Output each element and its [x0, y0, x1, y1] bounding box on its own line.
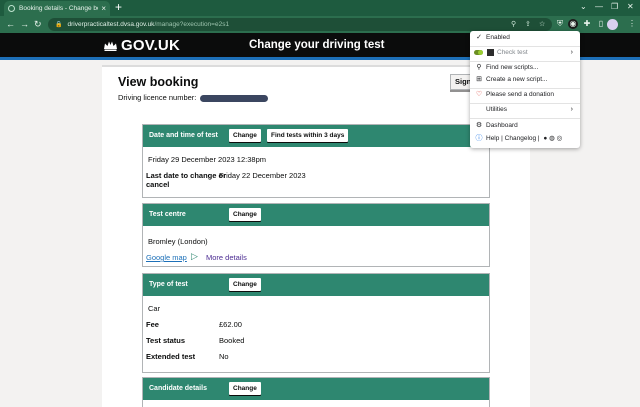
tab-title: Booking details - Change booking: [19, 5, 98, 12]
menu-item-utilities[interactable]: Utilities ›: [470, 104, 580, 116]
new-tab-button[interactable]: +: [115, 1, 122, 14]
main-content: View booking Driving licence number: Sig…: [102, 65, 530, 407]
menu-item-check-test[interactable]: Check test ›: [470, 47, 580, 59]
reload-icon[interactable]: ↻: [34, 19, 42, 29]
info-icon: ⓘ: [475, 135, 483, 142]
fee-value: £62.00: [219, 320, 242, 329]
url-host: driverpracticaltest.dvsa.gov.uk: [67, 21, 155, 28]
check-icon: ✓: [476, 34, 482, 41]
crown-icon: [104, 41, 117, 51]
minimize-icon[interactable]: —: [595, 2, 603, 11]
url-path: /manage?execution=e2s1: [154, 21, 230, 28]
menu-item-find-scripts[interactable]: ⚲ Find new scripts...: [470, 62, 580, 74]
chevron-right-icon: ›: [570, 49, 573, 56]
puzzle-extensions-icon[interactable]: ✚: [582, 19, 592, 29]
instagram-icon[interactable]: ◎: [557, 135, 563, 142]
fee-label: Fee: [146, 320, 159, 329]
centre-name: Bromley (London): [148, 237, 208, 246]
menu-item-help[interactable]: ⓘ Help | Changelog | ● ◍ ◎: [470, 133, 580, 145]
last-date-value: Friday 22 December 2023: [219, 171, 306, 180]
play-triangle-icon[interactable]: ▷: [191, 251, 198, 262]
search-icon: ⚲: [476, 64, 482, 71]
chevron-down-icon[interactable]: ⌄: [580, 2, 587, 11]
more-details-link[interactable]: More details: [206, 253, 247, 262]
test-type: Car: [148, 304, 161, 313]
zoom-icon[interactable]: ⚲: [511, 20, 516, 28]
restore-icon[interactable]: ❐: [611, 2, 618, 11]
script-icon: [487, 48, 494, 56]
globe-icon: [8, 5, 15, 12]
extended-label: Extended test: [146, 352, 196, 361]
last-date-label: Last date to change or: [146, 171, 227, 180]
address-bar[interactable]: 🔒 driverpracticaltest.dvsa.gov.uk/manage…: [48, 18, 552, 31]
change-centre-button[interactable]: Change: [229, 208, 261, 221]
licence-number: Driving licence number:: [118, 93, 269, 102]
share-icon[interactable]: ⇪: [525, 20, 531, 28]
status-value: Booked: [219, 336, 245, 345]
section-heading: Candidate details: [149, 385, 207, 392]
licence-label: Driving licence number:: [118, 93, 197, 102]
type-of-test-section: Type of test Change Car Fee £62.00 Test …: [142, 273, 490, 373]
test-centre-section: Test centre Change Bromley (London) Goog…: [142, 203, 490, 267]
menu-item-enabled[interactable]: ✓ Enabled: [470, 32, 580, 44]
toggle-switch-icon[interactable]: [474, 50, 483, 55]
add-box-icon: ⊞: [476, 76, 482, 83]
chevron-right-icon: ›: [570, 106, 573, 113]
section-heading: Date and time of test: [149, 132, 218, 139]
section-header: Test centre Change: [143, 204, 489, 226]
last-date-label-cont: cancel: [146, 180, 170, 189]
sidepanel-icon[interactable]: ▯: [596, 19, 606, 29]
gear-icon: ⚙: [475, 122, 483, 129]
govuk-logo[interactable]: GOV.UK: [121, 37, 180, 54]
date-time-section: Date and time of test Change Find tests …: [142, 124, 490, 198]
menu-item-create-script[interactable]: ⊞ Create a new script...: [470, 74, 580, 86]
discord-icon[interactable]: ◍: [549, 135, 555, 142]
section-header: Date and time of test Change Find tests …: [143, 125, 489, 147]
change-type-button[interactable]: Change: [229, 278, 261, 291]
service-name[interactable]: Change your driving test: [249, 39, 384, 51]
section-heading: Test centre: [149, 211, 186, 218]
google-map-link[interactable]: Google map: [146, 253, 187, 262]
change-date-button[interactable]: Change: [229, 129, 261, 142]
section-header: Candidate details Change: [143, 378, 489, 400]
menu-divider: [470, 118, 580, 119]
page-title: View booking: [118, 75, 199, 89]
extension-menu: ✓ Enabled Check test › ⚲ Find new script…: [470, 31, 580, 148]
candidate-section: Candidate details Change: [142, 377, 490, 407]
shield-extension-icon[interactable]: ⛨: [555, 19, 565, 29]
find-tests-button[interactable]: Find tests within 3 days: [267, 129, 349, 142]
menu-item-dashboard[interactable]: ⚙ Dashboard: [470, 120, 580, 132]
bookmark-star-icon[interactable]: ☆: [539, 20, 545, 28]
close-tab-icon[interactable]: ×: [101, 4, 106, 13]
close-window-icon[interactable]: ✕: [627, 2, 634, 11]
browser-tab[interactable]: Booking details - Change booking ×: [4, 1, 110, 16]
section-header: Type of test Change: [143, 274, 489, 296]
menu-kebab-icon[interactable]: ⋮: [627, 19, 637, 29]
change-candidate-button[interactable]: Change: [229, 382, 261, 395]
github-icon[interactable]: ●: [543, 135, 547, 142]
userscript-extension-icon[interactable]: ◉: [568, 19, 578, 29]
back-icon[interactable]: ←: [6, 19, 15, 29]
lock-icon[interactable]: 🔒: [55, 21, 62, 28]
redacted-licence: [200, 94, 269, 102]
extended-value: No: [219, 352, 229, 361]
section-heading: Type of test: [149, 281, 188, 288]
menu-item-donation[interactable]: ♡ Please send a donation: [470, 89, 580, 101]
browser-tab-bar: Booking details - Change booking × + ⌄ —…: [0, 0, 640, 16]
profile-avatar[interactable]: [607, 19, 618, 30]
heart-icon: ♡: [475, 91, 483, 98]
test-datetime: Friday 29 December 2023 12:38pm: [148, 155, 266, 164]
status-label: Test status: [146, 336, 186, 345]
forward-icon[interactable]: →: [20, 19, 29, 29]
